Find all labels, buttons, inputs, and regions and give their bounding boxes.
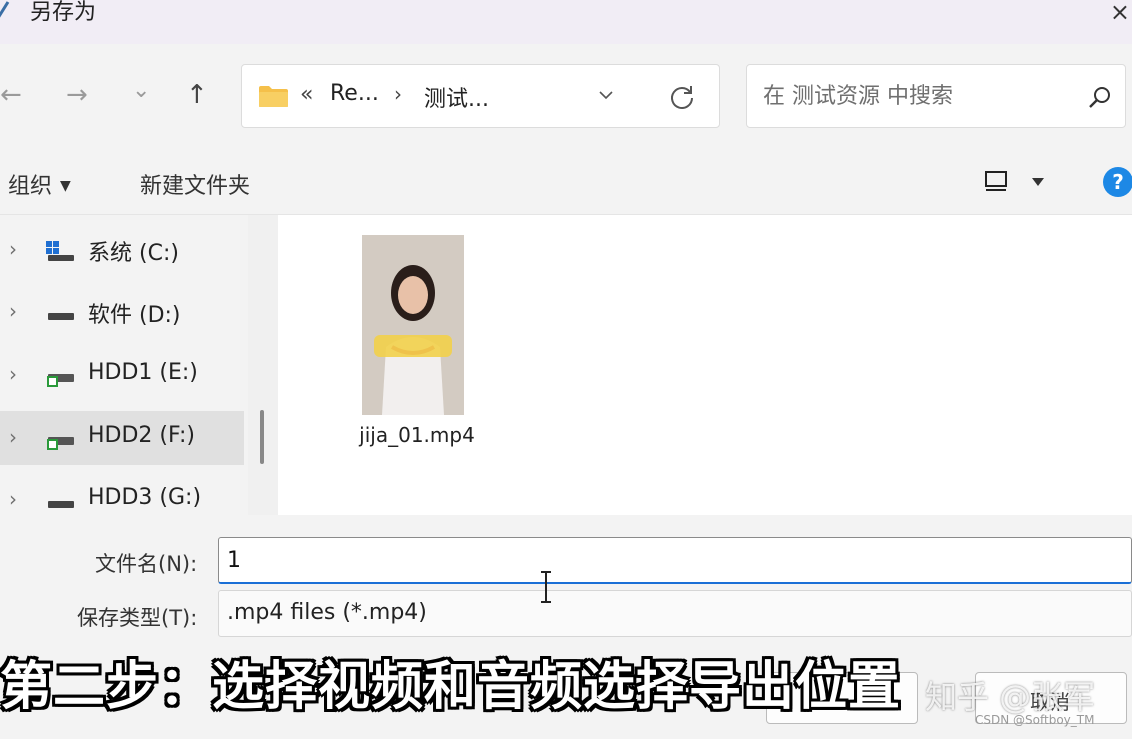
sidebar-item-label: 系统 (C:): [88, 241, 179, 266]
app-icon: [0, 1, 10, 18]
zhihu-watermark: 知乎 @张军: [925, 678, 1096, 716]
recent-locations-button[interactable]: ⌄: [132, 76, 150, 106]
file-name: jija_01.mp4: [359, 423, 475, 447]
command-bar: 组织 ▼ 新建文件夹: [0, 152, 1132, 215]
filetype-select[interactable]: .mp4 files (*.mp4): [218, 590, 1132, 637]
expand-chevron-icon[interactable]: ›: [9, 299, 17, 323]
breadcrumb-separator[interactable]: ›: [394, 82, 402, 106]
sidebar-item-e-drive[interactable]: › HDD1 (E:): [0, 348, 244, 402]
forward-button[interactable]: →: [66, 80, 88, 110]
view-options-caret-icon[interactable]: [1030, 176, 1046, 188]
windows-drive-icon: [46, 241, 74, 261]
pane-splitter[interactable]: [248, 215, 278, 515]
expand-chevron-icon[interactable]: ›: [9, 487, 17, 511]
external-drive-icon: [47, 374, 74, 387]
new-folder-button[interactable]: 新建文件夹: [140, 168, 250, 200]
sidebar-item-f-drive[interactable]: › HDD2 (F:): [0, 411, 244, 465]
view-mode-icon[interactable]: [984, 170, 1008, 192]
tutorial-caption: 第二步：选择视频和音频选择导出位置: [0, 657, 902, 717]
expand-chevron-icon[interactable]: ›: [9, 237, 17, 261]
refresh-icon[interactable]: [668, 83, 696, 111]
navigation-pane: › 系统 (C:) › 软件 (D:) › HDD1 (E:) › HDD2 (…: [0, 215, 248, 515]
drive-icon: [48, 313, 74, 320]
video-thumbnail-image: [362, 235, 464, 415]
sidebar-item-label: 软件 (D:): [88, 303, 181, 328]
breadcrumb-overflow[interactable]: «: [300, 82, 313, 107]
help-button[interactable]: ?: [1103, 167, 1132, 197]
drive-icon: [48, 501, 74, 508]
file-item[interactable]: jija_01.mp4: [352, 233, 482, 463]
sidebar-item-c-drive[interactable]: › 系统 (C:): [0, 223, 244, 277]
caret-down-icon: ▼: [60, 178, 71, 194]
sidebar-item-g-drive[interactable]: › HDD3 (G:): [0, 473, 244, 515]
video-thumbnail: [362, 235, 464, 415]
back-button[interactable]: ←: [0, 80, 22, 110]
expand-chevron-icon[interactable]: ›: [9, 362, 17, 386]
sidebar-item-d-drive[interactable]: › 软件 (D:): [0, 285, 244, 339]
up-button[interactable]: ↑: [186, 80, 208, 110]
address-bar[interactable]: « Re... › 测试...: [241, 64, 720, 128]
search-icon[interactable]: [1087, 85, 1113, 111]
search-box[interactable]: [746, 64, 1126, 128]
filename-input[interactable]: [227, 546, 1107, 574]
window-title: 另存为: [30, 0, 97, 25]
search-input[interactable]: [763, 81, 1073, 111]
filetype-value: .mp4 files (*.mp4): [227, 600, 427, 625]
sidebar-item-label: HDD3 (G:): [88, 485, 202, 510]
sidebar-item-label: HDD1 (E:): [88, 360, 198, 385]
chevron-down-icon[interactable]: [598, 87, 614, 103]
sidebar-item-label: HDD2 (F:): [88, 423, 195, 448]
folder-icon: [259, 86, 288, 107]
title-bar: 另存为 ×: [0, 0, 1132, 44]
close-button[interactable]: ×: [1110, 0, 1130, 24]
sidebar-scrollbar[interactable]: [260, 410, 264, 464]
organize-menu[interactable]: 组织 ▼: [8, 168, 71, 200]
external-drive-icon: [47, 437, 74, 450]
expand-chevron-icon[interactable]: ›: [9, 425, 17, 449]
filetype-label: 保存类型(T):: [77, 606, 198, 630]
breadcrumb-item-resources[interactable]: Re...: [330, 81, 379, 106]
organize-label: 组织: [8, 174, 53, 199]
filename-field[interactable]: [218, 537, 1132, 584]
filename-label: 文件名(N):: [95, 552, 198, 576]
text-cursor-icon: [541, 571, 551, 603]
csdn-watermark: CSDN @Softboy_TM: [975, 713, 1095, 727]
breadcrumb-item-test[interactable]: 测试...: [424, 81, 489, 113]
